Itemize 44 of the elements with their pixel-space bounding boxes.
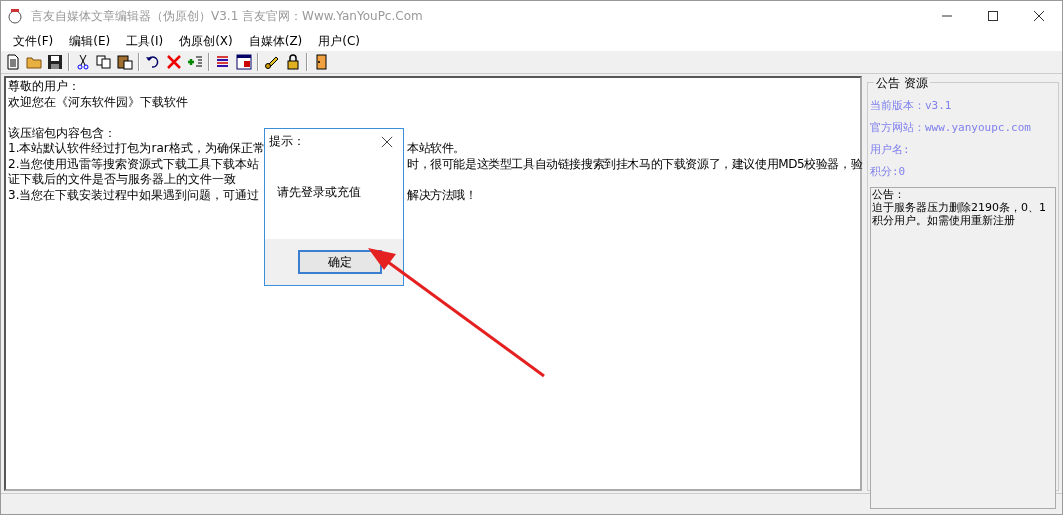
text-line: 尊敬的用户： bbox=[8, 79, 81, 95]
text-line: 解决方法哦！ bbox=[407, 187, 477, 203]
copy-icon[interactable] bbox=[96, 54, 112, 70]
info-label: 积分:0 bbox=[870, 164, 907, 180]
lock-icon[interactable] bbox=[285, 54, 301, 70]
calendar-window-icon[interactable] bbox=[236, 54, 252, 70]
ok-button[interactable]: 确定 bbox=[298, 250, 382, 274]
menu-item[interactable]: 工具(I) bbox=[118, 32, 172, 50]
notice-text: 迫于服务器压力删除2190条，0、1积分用户。如需使用重新注册 bbox=[872, 201, 1047, 227]
cross-icon[interactable] bbox=[166, 54, 182, 70]
menu-item[interactable]: 伪原创(X) bbox=[171, 32, 241, 50]
dialog-title: 提示： bbox=[269, 134, 305, 150]
info-label: 当前版本：v3.1 bbox=[870, 98, 953, 114]
close-icon[interactable] bbox=[1033, 10, 1045, 22]
text-line: 2.当您使用迅雷等搜索资源式下载工具下载本站 bbox=[8, 156, 261, 172]
window-title: 言友自媒体文章编辑器（伪原创）V3.1 言友官网：Www.YanYouPc.Com bbox=[31, 7, 424, 25]
text-line: 本站软件。 bbox=[407, 141, 465, 157]
text-line: 1.本站默认软件经过打包为rar格式，为确保正常 bbox=[8, 141, 266, 157]
door-icon[interactable] bbox=[313, 54, 329, 70]
colored-lines-icon[interactable] bbox=[215, 54, 231, 70]
close-icon[interactable] bbox=[381, 136, 393, 148]
text-line: 欢迎您在《河东软件园》下载软件 bbox=[8, 94, 189, 110]
new-document-icon[interactable] bbox=[5, 54, 21, 70]
clipboard-icon[interactable] bbox=[117, 54, 133, 70]
app-icon bbox=[7, 8, 23, 24]
menu-item[interactable]: 用户(C) bbox=[310, 32, 369, 50]
maximize-icon[interactable] bbox=[987, 10, 999, 22]
notice-text: 公告： bbox=[872, 188, 906, 201]
save-icon[interactable] bbox=[47, 54, 63, 70]
menu-item[interactable]: 编辑(E) bbox=[61, 32, 119, 50]
menu-item[interactable]: 自媒体(Z) bbox=[240, 32, 311, 50]
dialog-message: 请先登录或充值 bbox=[265, 155, 403, 239]
group-title: 公告 资源 bbox=[874, 75, 930, 92]
info-label: 用户名: bbox=[870, 142, 911, 158]
text-line: 3.当您在下载安装过程中如果遇到问题，可通过 bbox=[8, 187, 261, 203]
folder-icon[interactable] bbox=[26, 54, 42, 70]
text-line: 证下载后的文件是否与服务器上的文件一致 bbox=[8, 172, 237, 188]
menu-item[interactable]: 文件(F) bbox=[5, 32, 62, 50]
plus-lines-icon[interactable] bbox=[187, 54, 203, 70]
scissors-icon[interactable] bbox=[75, 54, 91, 70]
undo-icon[interactable] bbox=[145, 54, 161, 70]
text-line: 时，很可能是这类型工具自动链接搜索到挂木马的下载资源了，建议使用MD5校验器，验 bbox=[407, 156, 863, 172]
info-label: 官方网站：www.yanyoupc.com bbox=[870, 120, 1032, 136]
text-line: 该压缩包内容包含： bbox=[8, 125, 117, 141]
